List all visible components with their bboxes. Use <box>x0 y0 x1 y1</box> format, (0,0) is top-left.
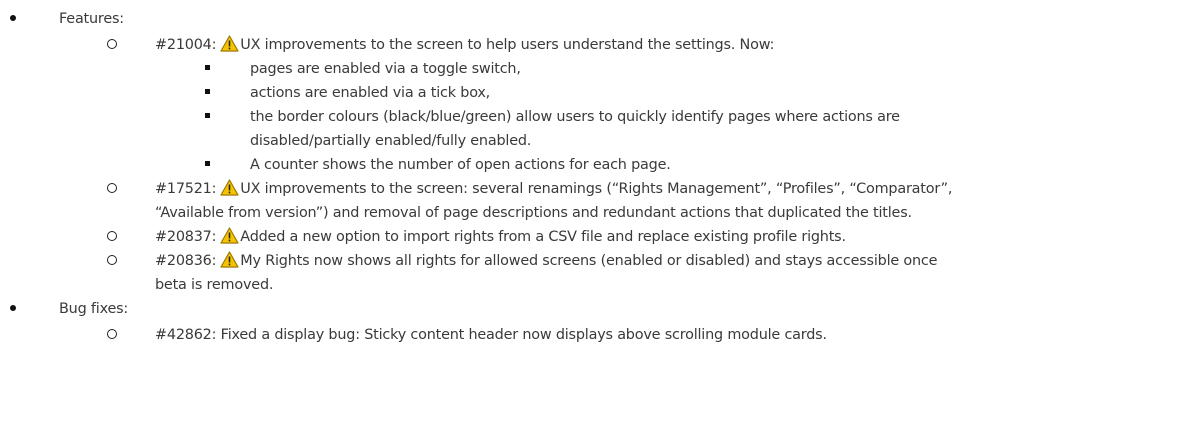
warning-icon <box>220 251 239 268</box>
bug-fixes-heading-row: Bug fixes: <box>0 298 1178 320</box>
sub-item-text: disabled/partially enabled/fully enabled… <box>250 133 532 149</box>
sub-item-toggle: pages are enabled via a toggle switch, <box>0 58 1178 80</box>
features-heading: Features: <box>59 11 124 27</box>
bullet-square <box>201 106 213 128</box>
item-id: #42862: <box>155 327 217 343</box>
item-text: UX improvements to the screen: several r… <box>240 181 953 197</box>
item-text-continuation: beta is removed. <box>155 277 274 293</box>
list-item-21004: #21004: UX improvements to the screen to … <box>0 34 1178 56</box>
item-id: #21004: <box>155 37 217 53</box>
list-item-20836-continuation: beta is removed. <box>0 274 1178 296</box>
sub-item-text: actions are enabled via a tick box, <box>250 85 491 101</box>
warning-icon <box>220 179 239 196</box>
item-text: Added a new option to import rights from… <box>240 229 846 245</box>
bug-fixes-heading: Bug fixes: <box>59 301 129 317</box>
bullet-square <box>201 154 213 176</box>
sub-item-tick-box: actions are enabled via a tick box, <box>0 82 1178 104</box>
list-item-42862: #42862: Fixed a display bug: Sticky cont… <box>0 324 1178 346</box>
list-item-17521-continuation: “Available from version”) and removal of… <box>0 202 1178 224</box>
bullet-dot <box>6 8 20 30</box>
item-text: UX improvements to the screen to help us… <box>240 37 775 53</box>
bullet-circle <box>103 34 121 56</box>
bullet-circle <box>103 178 121 200</box>
item-id: #17521: <box>155 181 217 197</box>
release-notes-document: Features: #21004: UX improvements to the … <box>0 0 1178 436</box>
features-heading-row: Features: <box>0 8 1178 30</box>
item-id: #20837: <box>155 229 217 245</box>
sub-item-text: pages are enabled via a toggle switch, <box>250 61 521 77</box>
list-item-20836: #20836: My Rights now shows all rights fo… <box>0 250 1178 272</box>
sub-item-border-colours: the border colours (black/blue/green) al… <box>0 106 1178 128</box>
bullet-dot <box>6 298 20 320</box>
warning-icon <box>220 35 239 52</box>
bullet-circle <box>103 226 121 248</box>
item-text: Fixed a display bug: Sticky content head… <box>220 327 827 343</box>
bullet-square <box>201 82 213 104</box>
item-id: #20836: <box>155 253 217 269</box>
bullet-circle <box>103 324 121 346</box>
list-item-20837: #20837: Added a new option to import righ… <box>0 226 1178 248</box>
sub-item-text: A counter shows the number of open actio… <box>250 157 671 173</box>
warning-icon <box>220 227 239 244</box>
bullet-circle <box>103 250 121 272</box>
sub-item-text: the border colours (black/blue/green) al… <box>250 109 900 125</box>
sub-item-counter: A counter shows the number of open actio… <box>0 154 1178 176</box>
bullet-square <box>201 58 213 80</box>
item-text-continuation: “Available from version”) and removal of… <box>155 205 912 221</box>
sub-item-border-colours-continuation: disabled/partially enabled/fully enabled… <box>0 130 1178 152</box>
item-text: My Rights now shows all rights for allow… <box>240 253 938 269</box>
list-item-17521: #17521: UX improvements to the screen: se… <box>0 178 1178 200</box>
